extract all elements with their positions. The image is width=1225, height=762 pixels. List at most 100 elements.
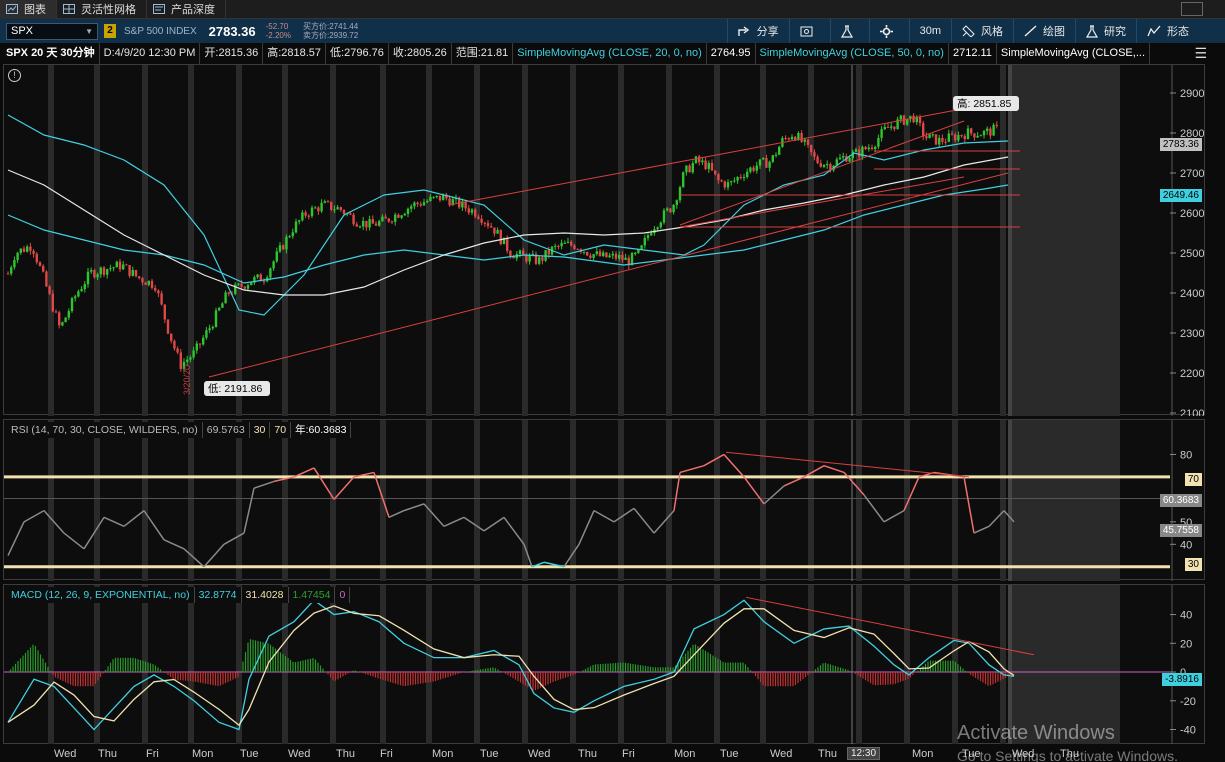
future-area <box>1010 420 1120 581</box>
macd-title[interactable]: MACD (12, 26, 9, EXPONENTIAL, no) <box>7 587 195 603</box>
link-badge[interactable]: 2 <box>104 24 116 38</box>
candle-body <box>349 213 352 215</box>
sma50-label[interactable]: SimpleMovingAvg (CLOSE, 50, 0, no) <box>756 43 949 64</box>
candle-body <box>634 252 637 254</box>
calendar-alert-icon <box>800 26 813 37</box>
macd-last-tag: -3.8916 <box>1162 673 1202 686</box>
session-band <box>48 65 54 416</box>
candle-body <box>189 357 192 360</box>
candle-body <box>774 154 778 156</box>
candle-body <box>240 283 243 287</box>
settings-button[interactable] <box>868 19 909 43</box>
session-band <box>760 65 766 416</box>
price-panel[interactable]: ! 2900 2800 2700 2600 2500 2400 2300 2200 2100 高:… <box>3 64 1205 416</box>
tab-flex-grid[interactable]: 灵活性网格 <box>57 0 147 19</box>
candle-body <box>822 164 826 167</box>
flask-button[interactable] <box>829 19 869 43</box>
macd-panel[interactable]: MACD (12, 26, 9, EXPONENTIAL, no) 32.877… <box>3 584 1205 745</box>
rsi-ob: 30 <box>250 422 271 438</box>
session-band <box>236 420 242 581</box>
candle-body <box>86 271 90 285</box>
candle-body <box>250 282 253 286</box>
candle-body <box>509 250 512 257</box>
candle-body <box>58 312 61 326</box>
candle-body <box>38 262 42 266</box>
session-band <box>330 420 336 581</box>
candle-body <box>243 286 246 289</box>
alert-exclamation-icon[interactable]: ! <box>8 69 21 82</box>
candle-body <box>922 123 925 137</box>
share-label: 分享 <box>756 26 779 38</box>
sma3-label[interactable]: SimpleMovingAvg (CLOSE,... <box>997 43 1150 64</box>
share-button[interactable]: 分享 <box>726 19 789 43</box>
time-axis-label: Thu <box>98 748 117 760</box>
draw-button[interactable]: 绘图 <box>1013 19 1075 43</box>
candle-body <box>928 134 931 139</box>
session-band <box>236 65 242 416</box>
patterns-button[interactable]: 形态 <box>1136 19 1199 43</box>
tab-product-depth[interactable]: 产品深度 <box>147 0 226 19</box>
candle-body <box>563 242 566 244</box>
time-axis-label: Thu <box>578 748 597 760</box>
candle-body <box>557 245 560 247</box>
last-price-tag: 2783.36 <box>1159 138 1202 151</box>
time-axis-label: Fri <box>146 748 159 760</box>
candle-body <box>874 146 877 150</box>
pencil-icon <box>1024 25 1037 37</box>
tab-flex-grid-label: 灵活性网格 <box>81 4 136 16</box>
study-button[interactable]: 研究 <box>1075 19 1136 43</box>
study-flask-icon <box>1086 24 1098 38</box>
rsi-panel[interactable]: RSI (14, 70, 30, CLOSE, WILDERS, no) 69.… <box>3 419 1205 581</box>
candle-body <box>950 133 954 135</box>
candle-body <box>602 252 605 257</box>
macd-diff: 1.47454 <box>289 587 336 603</box>
rsi-30-tag: 30 <box>1184 558 1202 571</box>
alert-button[interactable] <box>788 19 830 43</box>
candle-body <box>810 144 813 153</box>
tab-chart[interactable]: 图表 <box>0 0 57 19</box>
candle-body <box>624 257 627 261</box>
last-price: 2783.36 <box>208 23 256 39</box>
session-band <box>618 65 624 416</box>
hamburger-menu-icon[interactable]: ☰ <box>1194 45 1207 62</box>
candle-body <box>275 251 278 262</box>
session-band <box>856 65 862 416</box>
candle-body <box>387 218 390 222</box>
window-button[interactable] <box>1181 2 1203 16</box>
time-axis-label: Thu <box>818 748 837 760</box>
candle-body <box>544 250 547 261</box>
candle-body <box>118 261 122 270</box>
candle-body <box>598 251 602 257</box>
session-band <box>714 65 720 416</box>
candle-body <box>730 181 733 183</box>
change-block: -52.70 -2.20% <box>266 22 291 40</box>
candle-body <box>918 116 922 124</box>
candle-body <box>736 177 739 181</box>
candle-body <box>307 215 310 217</box>
session-band <box>48 420 54 581</box>
bar-open: 开:2815.36 <box>200 43 264 64</box>
candle-body <box>134 270 138 277</box>
candle-body <box>506 237 509 251</box>
candle-body <box>403 213 406 216</box>
symbol-input[interactable]: SPX ▼ <box>6 22 98 40</box>
future-area <box>1010 585 1120 745</box>
candle-body <box>362 220 365 227</box>
style-button[interactable]: 风格 <box>951 19 1013 43</box>
rsi-last-tag: 45.7558 <box>1159 524 1202 537</box>
price-tick-label: 2300 <box>1180 328 1204 340</box>
candle-body <box>48 286 51 294</box>
time-axis-label: Tue <box>720 748 739 760</box>
candle-body <box>320 202 323 212</box>
rsi-title[interactable]: RSI (14, 70, 30, CLOSE, WILDERS, no) <box>7 422 203 438</box>
rsi-avg: 年:60.3683 <box>291 422 352 438</box>
candle-body <box>678 187 682 201</box>
sma20-label[interactable]: SimpleMovingAvg (CLOSE, 20, 0, no) <box>513 43 707 64</box>
timeframe-button[interactable]: 30m <box>908 19 951 43</box>
candle-body <box>656 227 659 230</box>
rsi-line-segment <box>578 510 595 545</box>
session-band <box>474 585 480 745</box>
grid-icon <box>63 4 75 14</box>
time-axis-label: Wed <box>288 748 311 760</box>
candle-body <box>970 128 973 134</box>
